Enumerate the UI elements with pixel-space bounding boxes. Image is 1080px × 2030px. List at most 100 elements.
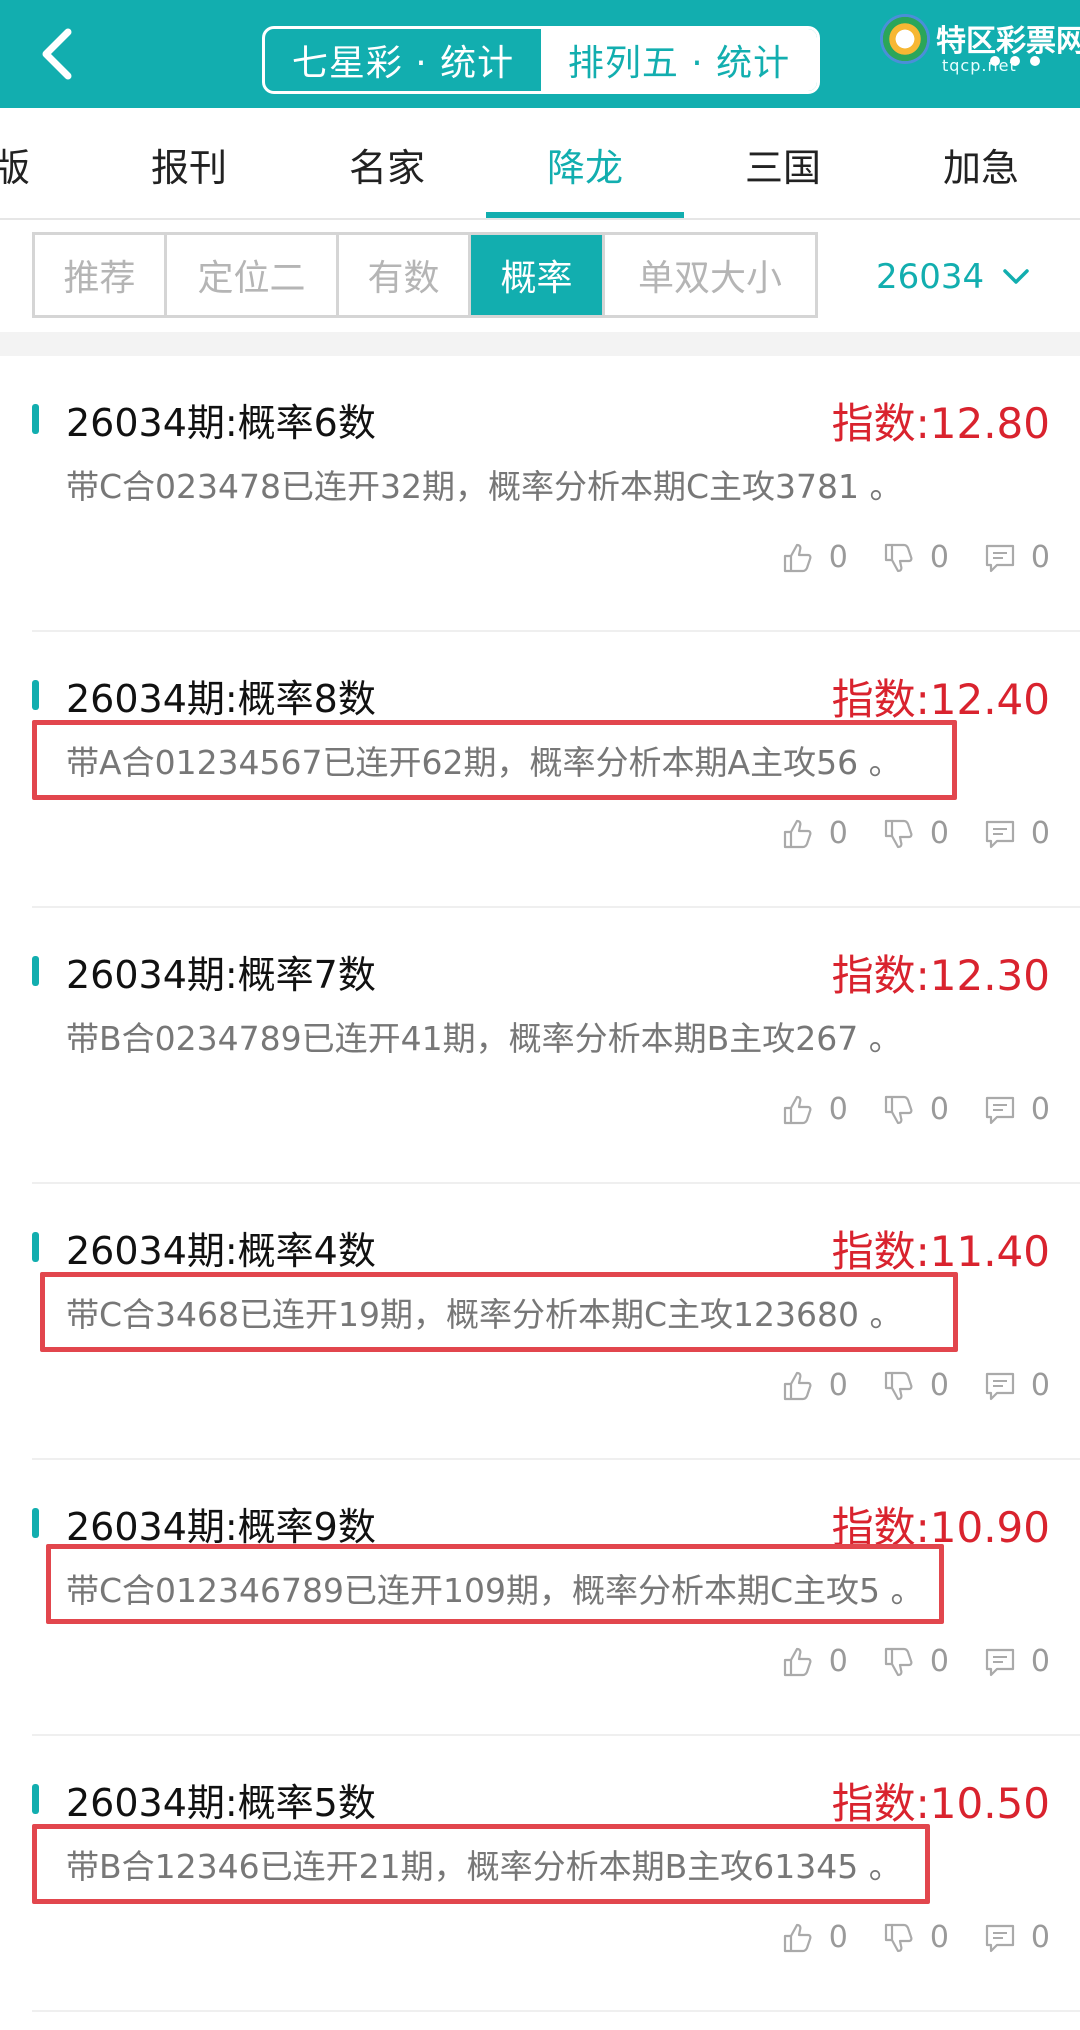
dislike-button[interactable]: 0 [882,1644,949,1679]
dislike-button[interactable]: 0 [882,1368,949,1403]
card-actions: 0 0 0 [781,540,1050,575]
dislike-button[interactable]: 0 [882,540,949,575]
dislike-count: 0 [929,1368,949,1403]
card-index: 指数:12.40 [831,675,1050,724]
thumbs-up-icon [783,819,812,848]
tab-category-xianglong[interactable]: 降龙 [486,108,684,220]
like-button[interactable]: 0 [781,1644,848,1679]
prediction-card[interactable]: 26034期:概率7数 指数:12.30 带B合0234789已连开41期，概率… [32,908,1080,1184]
subtab-danshuang-daxiao[interactable]: 单双大小 [605,235,815,315]
comment-icon [985,1648,1015,1676]
card-marker [32,1508,39,1538]
dislike-count: 0 [929,816,949,851]
prediction-card[interactable]: 26034期:概率5数 指数:10.50 带B合12346已连开21期，概率分析… [32,1736,1080,2012]
app-header: 七星彩 · 统计 排列五 · 统计 特区彩票网 tqcp.net [0,0,1080,108]
like-button[interactable]: 0 [781,1092,848,1127]
card-marker [32,1784,39,1814]
like-count: 0 [828,1920,848,1955]
prediction-card[interactable]: 26034期:概率8数 指数:12.40 带A合01234567已连开62期，概… [32,632,1080,908]
like-count: 0 [828,1092,848,1127]
sub-tab-bar: 推荐 定位二 有数 概率 单双大小 26034 [0,222,1080,332]
comment-count: 0 [1030,1644,1050,1679]
card-title: 26034期:概率6数 [66,401,376,445]
comment-button[interactable]: 0 [983,1092,1050,1127]
card-marker [32,404,39,434]
card-marker [32,1232,39,1262]
period-select[interactable]: 26034 [876,252,1030,302]
comment-count: 0 [1030,1368,1050,1403]
tab-category-jiaji[interactable]: 加急 [882,108,1080,220]
dislike-count: 0 [929,1920,949,1955]
comment-button[interactable]: 0 [983,816,1050,851]
section-divider [0,332,1080,356]
thumbs-up-icon [783,543,812,572]
logo-text: 特区彩票网 [936,24,1080,59]
comment-button[interactable]: 0 [983,540,1050,575]
like-button[interactable]: 0 [781,816,848,851]
card-title: 26034期:概率5数 [66,1781,376,1825]
more-dots-icon[interactable] [990,56,1040,66]
thumbs-down-icon [884,1647,913,1676]
period-value: 26034 [876,257,985,297]
chevron-down-icon [1003,269,1029,284]
comment-icon [985,1372,1015,1400]
tab-category-mingjia[interactable]: 名家 [288,108,486,220]
card-description: 带C合023478已连开32期，概率分析本期C主攻3781 。 [66,467,903,506]
dislike-button[interactable]: 0 [882,1920,949,1955]
comment-button[interactable]: 0 [983,1368,1050,1403]
like-count: 0 [828,1368,848,1403]
prediction-card[interactable]: 26034期:概率4数 指数:11.40 带C合3468已连开19期，概率分析本… [32,1184,1080,1460]
dislike-count: 0 [929,1644,949,1679]
subtab-gailv[interactable]: 概率 [471,235,605,315]
tab-category-sanguo[interactable]: 三国 [684,108,882,220]
card-index: 指数:12.30 [831,951,1050,1000]
thumbs-down-icon [884,1923,913,1952]
like-count: 0 [828,1644,848,1679]
prediction-card[interactable]: 26034期:概率9数 指数:10.90 带C合012346789已连开109期… [32,1460,1080,1736]
card-actions: 0 0 0 [781,1644,1050,1679]
like-button[interactable]: 0 [781,540,848,575]
subtab-youshu[interactable]: 有数 [339,235,471,315]
card-index: 指数:12.80 [831,399,1050,448]
prediction-list: 26034期:概率6数 指数:12.80 带C合023478已连开32期，概率分… [0,356,1080,2012]
card-title: 26034期:概率7数 [66,953,376,997]
dislike-button[interactable]: 0 [882,1092,949,1127]
comment-icon [985,1096,1015,1124]
tab-category-baokan[interactable]: 报刊 [90,108,288,220]
prediction-card[interactable]: 26034期:概率6数 指数:12.80 带C合023478已连开32期，概率分… [32,356,1080,632]
sub-tabs: 推荐 定位二 有数 概率 单双大小 [32,232,818,318]
back-button[interactable] [30,24,90,84]
subtab-tuijian[interactable]: 推荐 [35,235,167,315]
logo-icon [880,14,930,64]
comment-button[interactable]: 0 [983,1920,1050,1955]
card-description: 带B合0234789已连开41期，概率分析本期B主攻267 。 [66,1019,902,1058]
like-button[interactable]: 0 [781,1920,848,1955]
highlight-box [32,720,957,800]
comment-count: 0 [1030,1920,1050,1955]
tab-qixingcai-stats[interactable]: 七星彩 · 统计 [265,29,541,91]
like-count: 0 [828,540,848,575]
comment-icon [985,820,1015,848]
comment-count: 0 [1030,1092,1050,1127]
comment-icon [985,1924,1015,1952]
site-logo: 特区彩票网 tqcp.net [880,10,1080,80]
card-marker [32,956,39,986]
thumbs-down-icon [884,543,913,572]
subtab-dingwei-er[interactable]: 定位二 [167,235,339,315]
comment-button[interactable]: 0 [983,1644,1050,1679]
thumbs-down-icon [884,1371,913,1400]
card-marker [32,680,39,710]
like-button[interactable]: 0 [781,1368,848,1403]
tab-pailiewu-stats[interactable]: 排列五 · 统计 [541,29,817,91]
card-actions: 0 0 0 [781,816,1050,851]
card-title: 26034期:概率8数 [66,677,376,721]
card-actions: 0 0 0 [781,1368,1050,1403]
comment-count: 0 [1030,540,1050,575]
dislike-button[interactable]: 0 [882,816,949,851]
card-actions: 0 0 0 [781,1920,1050,1955]
thumbs-down-icon [884,1095,913,1124]
card-actions: 0 0 0 [781,1092,1050,1127]
like-count: 0 [828,816,848,851]
comment-count: 0 [1030,816,1050,851]
card-title: 26034期:概率4数 [66,1229,376,1273]
